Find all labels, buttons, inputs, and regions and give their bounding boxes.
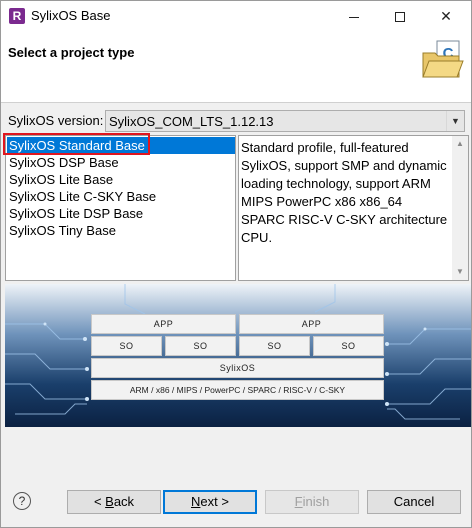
list-item[interactable]: SylixOS Lite C-SKY Base	[7, 188, 235, 205]
version-select[interactable]: SylixOS_COM_LTS_1.12.13 ▼	[105, 110, 465, 132]
back-button[interactable]: < Back	[67, 490, 161, 514]
back-rest: ack	[113, 494, 135, 509]
page-title: Select a project type	[8, 45, 135, 60]
app-icon: R	[9, 8, 25, 24]
description-scrollbar[interactable]: ▲ ▼	[452, 136, 468, 280]
back-mnemonic: B	[105, 494, 114, 509]
circuit-board-background	[5, 284, 471, 427]
description-text: Standard profile, full-featured SylixOS,…	[241, 140, 448, 245]
os-block: SylixOS	[91, 358, 384, 378]
cpu-arch-block: ARM / x86 / MIPS / PowerPC / SPARC / RIS…	[91, 380, 384, 400]
cancel-button[interactable]: Cancel	[367, 490, 461, 514]
architecture-diagram: APP APP SO SO SO SO SylixOS ARM / x86 / …	[5, 284, 471, 427]
finish-button[interactable]: Finish	[265, 490, 359, 514]
minimize-icon	[349, 16, 359, 18]
next-mnemonic: N	[191, 494, 201, 509]
close-icon: ✕	[440, 8, 452, 24]
dialog-window: R SylixOS Base ✕ Select a project type C…	[0, 0, 472, 528]
project-type-list[interactable]: SylixOS Standard Base SylixOS DSP Base S…	[5, 135, 236, 281]
finish-rest: inish	[302, 494, 330, 509]
title-bar: R SylixOS Base ✕	[1, 1, 471, 31]
back-prefix: <	[93, 494, 106, 509]
next-rest: ext >	[200, 494, 229, 509]
list-item[interactable]: SylixOS Standard Base	[7, 137, 235, 154]
app-block-right: APP	[239, 314, 384, 334]
next-button[interactable]: Next >	[163, 490, 257, 514]
minimize-button[interactable]	[331, 1, 377, 31]
scroll-up-icon[interactable]: ▲	[452, 136, 468, 152]
list-item[interactable]: SylixOS Tiny Base	[7, 222, 235, 239]
maximize-button[interactable]	[377, 1, 423, 31]
so-block: SO	[239, 336, 310, 356]
description-panel: Standard profile, full-featured SylixOS,…	[238, 135, 469, 281]
version-label: SylixOS version:	[8, 113, 104, 128]
wizard-header: Select a project type C	[1, 31, 471, 103]
list-item[interactable]: SylixOS DSP Base	[7, 154, 235, 171]
so-block: SO	[313, 336, 384, 356]
list-item[interactable]: SylixOS Lite Base	[7, 171, 235, 188]
version-select-value: SylixOS_COM_LTS_1.12.13	[109, 114, 274, 129]
help-icon[interactable]: ?	[13, 492, 31, 510]
so-block: SO	[165, 336, 236, 356]
list-item[interactable]: SylixOS Lite DSP Base	[7, 205, 235, 222]
window-title: SylixOS Base	[31, 8, 111, 23]
new-project-folder-icon: C	[422, 40, 464, 78]
so-block: SO	[91, 336, 162, 356]
close-button[interactable]: ✕	[423, 1, 469, 31]
scroll-down-icon[interactable]: ▼	[452, 264, 468, 280]
chevron-down-icon[interactable]: ▼	[446, 111, 464, 131]
maximize-icon	[395, 12, 405, 23]
finish-mnemonic: F	[294, 494, 303, 509]
app-block-left: APP	[91, 314, 236, 334]
